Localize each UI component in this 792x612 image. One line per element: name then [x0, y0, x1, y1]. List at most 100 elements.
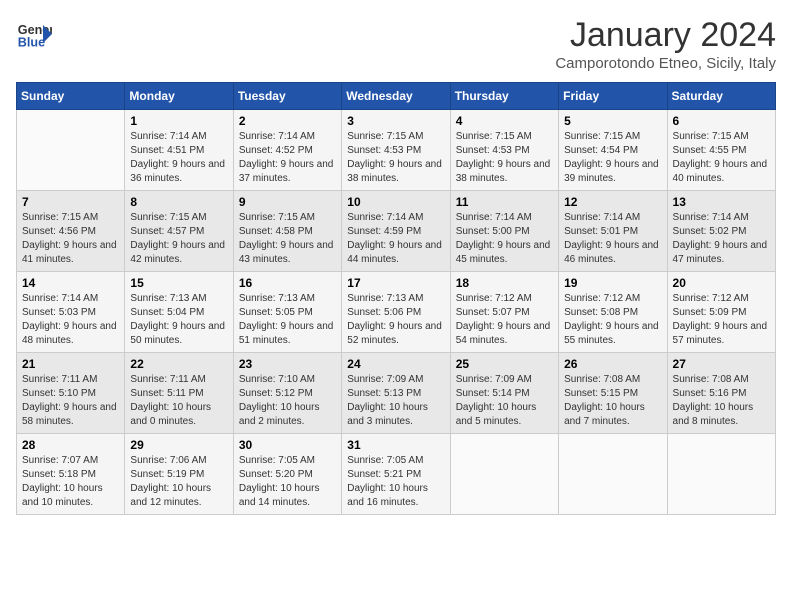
day-cell: 17 Sunrise: 7:13 AMSunset: 5:06 PMDayligh… — [342, 272, 450, 353]
day-info: Sunrise: 7:11 AMSunset: 5:10 PMDaylight:… — [22, 373, 119, 429]
logo-icon: General Blue — [16, 16, 52, 52]
day-number: 8 — [130, 195, 227, 209]
day-cell: 20Sunrise: 7:12 AMSunset: 5:09 PMDayligh… — [667, 272, 775, 353]
day-info: Sunrise: 7:14 AMSunset: 5:00 PMDaylight:… — [456, 211, 553, 267]
day-cell: 29 Sunrise: 7:06 AMSunset: 5:19 PMDayligh… — [125, 434, 233, 515]
day-info: Sunrise: 7:13 AMSunset: 5:04 PMDaylight:… — [130, 292, 227, 348]
day-info: Sunrise: 7:08 AMSunset: 5:15 PMDaylight:… — [564, 373, 661, 429]
day-number: 26 — [564, 357, 661, 371]
header: General Blue January 2024 Camporotondo E… — [16, 16, 776, 72]
day-cell: 7 Sunrise: 7:15 AMSunset: 4:56 PMDaylight… — [17, 191, 125, 272]
day-info: Sunrise: 7:13 AMSunset: 5:05 PMDaylight:… — [239, 292, 336, 348]
day-info: Sunrise: 7:06 AMSunset: 5:19 PMDaylight:… — [130, 454, 227, 510]
day-number: 18 — [456, 276, 553, 290]
day-number: 3 — [347, 114, 444, 128]
calendar-subtitle: Camporotondo Etneo, Sicily, Italy — [555, 55, 776, 72]
day-info: Sunrise: 7:14 AMSunset: 5:01 PMDaylight:… — [564, 211, 661, 267]
day-cell: 6 Sunrise: 7:15 AMSunset: 4:55 PMDaylight… — [667, 110, 775, 191]
day-info: Sunrise: 7:14 AMSunset: 4:51 PMDaylight:… — [130, 130, 227, 186]
calendar-header: SundayMondayTuesdayWednesdayThursdayFrid… — [17, 83, 776, 110]
title-area: January 2024 Camporotondo Etneo, Sicily,… — [555, 16, 776, 72]
day-info: Sunrise: 7:07 AMSunset: 5:18 PMDaylight:… — [22, 454, 119, 510]
day-info: Sunrise: 7:14 AMSunset: 5:02 PMDaylight:… — [673, 211, 770, 267]
week-row-0: 1 Sunrise: 7:14 AMSunset: 4:51 PMDaylight… — [17, 110, 776, 191]
day-number: 19 — [564, 276, 661, 290]
day-number: 16 — [239, 276, 336, 290]
header-saturday: Saturday — [667, 83, 775, 110]
day-info: Sunrise: 7:15 AMSunset: 4:54 PMDaylight:… — [564, 130, 661, 186]
day-number: 1 — [130, 114, 227, 128]
day-info: Sunrise: 7:15 AMSunset: 4:57 PMDaylight:… — [130, 211, 227, 267]
day-cell: 2 Sunrise: 7:14 AMSunset: 4:52 PMDaylight… — [233, 110, 341, 191]
day-info: Sunrise: 7:15 AMSunset: 4:53 PMDaylight:… — [456, 130, 553, 186]
day-info: Sunrise: 7:05 AMSunset: 5:21 PMDaylight:… — [347, 454, 444, 510]
day-cell: 11 Sunrise: 7:14 AMSunset: 5:00 PMDayligh… — [450, 191, 558, 272]
day-cell: 19 Sunrise: 7:12 AMSunset: 5:08 PMDayligh… — [559, 272, 667, 353]
day-number: 29 — [130, 438, 227, 452]
day-number: 11 — [456, 195, 553, 209]
day-cell: 21 Sunrise: 7:11 AMSunset: 5:10 PMDayligh… — [17, 353, 125, 434]
day-info: Sunrise: 7:12 AMSunset: 5:08 PMDaylight:… — [564, 292, 661, 348]
day-cell: 1 Sunrise: 7:14 AMSunset: 4:51 PMDaylight… — [125, 110, 233, 191]
day-cell: 26 Sunrise: 7:08 AMSunset: 5:15 PMDayligh… — [559, 353, 667, 434]
day-info: Sunrise: 7:09 AMSunset: 5:14 PMDaylight:… — [456, 373, 553, 429]
week-row-4: 28 Sunrise: 7:07 AMSunset: 5:18 PMDayligh… — [17, 434, 776, 515]
svg-text:Blue: Blue — [18, 36, 45, 50]
day-info: Sunrise: 7:08 AMSunset: 5:16 PMDaylight:… — [673, 373, 770, 429]
day-cell — [667, 434, 775, 515]
day-number: 31 — [347, 438, 444, 452]
day-cell: 24 Sunrise: 7:09 AMSunset: 5:13 PMDayligh… — [342, 353, 450, 434]
day-cell: 22 Sunrise: 7:11 AMSunset: 5:11 PMDayligh… — [125, 353, 233, 434]
header-wednesday: Wednesday — [342, 83, 450, 110]
day-number: 9 — [239, 195, 336, 209]
day-info: Sunrise: 7:05 AMSunset: 5:20 PMDaylight:… — [239, 454, 336, 510]
header-friday: Friday — [559, 83, 667, 110]
header-monday: Monday — [125, 83, 233, 110]
day-number: 28 — [22, 438, 119, 452]
day-info: Sunrise: 7:15 AMSunset: 4:55 PMDaylight:… — [673, 130, 770, 186]
calendar-table: SundayMondayTuesdayWednesdayThursdayFrid… — [16, 82, 776, 515]
day-number: 17 — [347, 276, 444, 290]
day-number: 10 — [347, 195, 444, 209]
day-cell: 30 Sunrise: 7:05 AMSunset: 5:20 PMDayligh… — [233, 434, 341, 515]
day-number: 24 — [347, 357, 444, 371]
week-row-1: 7 Sunrise: 7:15 AMSunset: 4:56 PMDaylight… — [17, 191, 776, 272]
day-info: Sunrise: 7:09 AMSunset: 5:13 PMDaylight:… — [347, 373, 444, 429]
day-cell: 8 Sunrise: 7:15 AMSunset: 4:57 PMDaylight… — [125, 191, 233, 272]
day-cell: 4Sunrise: 7:15 AMSunset: 4:53 PMDaylight… — [450, 110, 558, 191]
day-number: 7 — [22, 195, 119, 209]
day-number: 22 — [130, 357, 227, 371]
day-info: Sunrise: 7:15 AMSunset: 4:58 PMDaylight:… — [239, 211, 336, 267]
day-info: Sunrise: 7:14 AMSunset: 4:52 PMDaylight:… — [239, 130, 336, 186]
day-number: 14 — [22, 276, 119, 290]
day-info: Sunrise: 7:11 AMSunset: 5:11 PMDaylight:… — [130, 373, 227, 429]
day-number: 30 — [239, 438, 336, 452]
day-info: Sunrise: 7:14 AMSunset: 4:59 PMDaylight:… — [347, 211, 444, 267]
day-info: Sunrise: 7:15 AMSunset: 4:56 PMDaylight:… — [22, 211, 119, 267]
day-number: 5 — [564, 114, 661, 128]
day-info: Sunrise: 7:12 AMSunset: 5:07 PMDaylight:… — [456, 292, 553, 348]
day-number: 6 — [673, 114, 770, 128]
day-cell: 15 Sunrise: 7:13 AMSunset: 5:04 PMDayligh… — [125, 272, 233, 353]
day-cell: 23Sunrise: 7:10 AMSunset: 5:12 PMDayligh… — [233, 353, 341, 434]
day-number: 15 — [130, 276, 227, 290]
day-cell: 12Sunrise: 7:14 AMSunset: 5:01 PMDayligh… — [559, 191, 667, 272]
day-cell: 31 Sunrise: 7:05 AMSunset: 5:21 PMDayligh… — [342, 434, 450, 515]
day-number: 2 — [239, 114, 336, 128]
day-cell: 25Sunrise: 7:09 AMSunset: 5:14 PMDayligh… — [450, 353, 558, 434]
day-cell: 18 Sunrise: 7:12 AMSunset: 5:07 PMDayligh… — [450, 272, 558, 353]
header-row: SundayMondayTuesdayWednesdayThursdayFrid… — [17, 83, 776, 110]
day-cell: 16 Sunrise: 7:13 AMSunset: 5:05 PMDayligh… — [233, 272, 341, 353]
week-row-2: 14 Sunrise: 7:14 AMSunset: 5:03 PMDayligh… — [17, 272, 776, 353]
day-number: 13 — [673, 195, 770, 209]
day-cell: 9 Sunrise: 7:15 AMSunset: 4:58 PMDaylight… — [233, 191, 341, 272]
day-info: Sunrise: 7:15 AMSunset: 4:53 PMDaylight:… — [347, 130, 444, 186]
week-row-3: 21 Sunrise: 7:11 AMSunset: 5:10 PMDayligh… — [17, 353, 776, 434]
calendar-body: 1 Sunrise: 7:14 AMSunset: 4:51 PMDaylight… — [17, 110, 776, 515]
day-number: 21 — [22, 357, 119, 371]
day-info: Sunrise: 7:14 AMSunset: 5:03 PMDaylight:… — [22, 292, 119, 348]
header-thursday: Thursday — [450, 83, 558, 110]
day-cell — [17, 110, 125, 191]
day-info: Sunrise: 7:13 AMSunset: 5:06 PMDaylight:… — [347, 292, 444, 348]
day-cell: 27Sunrise: 7:08 AMSunset: 5:16 PMDayligh… — [667, 353, 775, 434]
